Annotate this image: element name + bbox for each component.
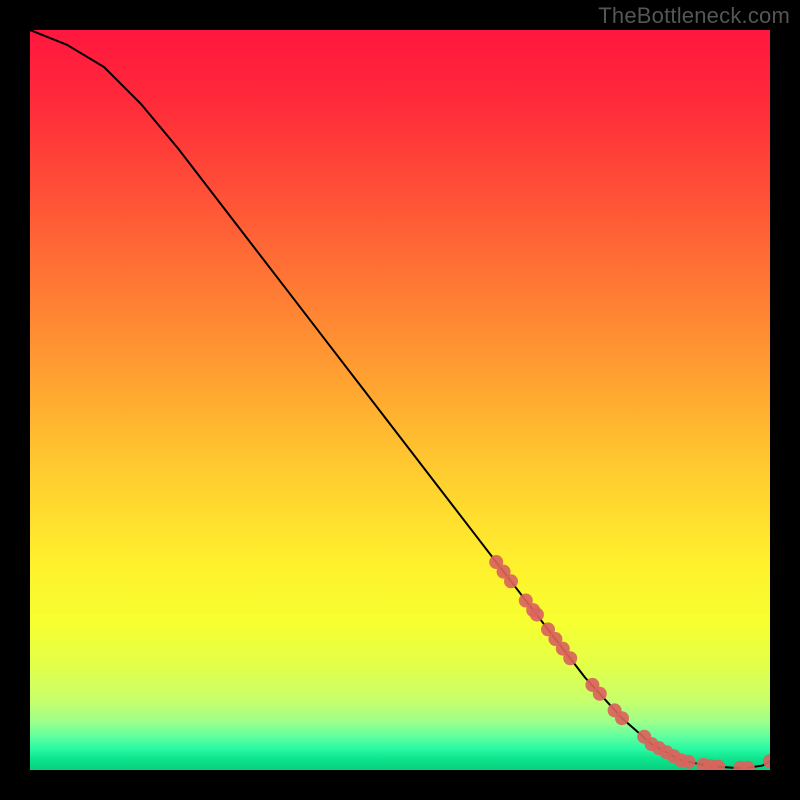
data-marker [682, 755, 696, 769]
chart-svg [30, 30, 770, 770]
chart-background [30, 30, 770, 770]
data-marker [593, 687, 607, 701]
data-marker [615, 711, 629, 725]
watermark-text: TheBottleneck.com [598, 3, 790, 29]
data-marker [563, 651, 577, 665]
chart-plot-area [30, 30, 770, 770]
data-marker [530, 608, 544, 622]
data-marker [504, 574, 518, 588]
chart-stage: TheBottleneck.com [0, 0, 800, 800]
